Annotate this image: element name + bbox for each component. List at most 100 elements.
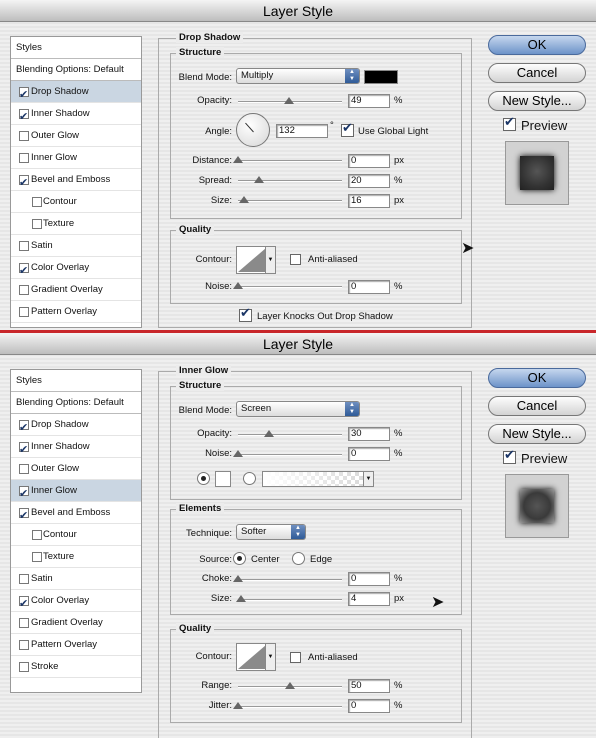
anti-aliased-checkbox[interactable] — [290, 652, 301, 663]
distance-slider[interactable] — [233, 156, 342, 163]
source-edge-radio[interactable] — [292, 552, 305, 565]
slider-thumb[interactable] — [233, 702, 243, 709]
style-list-item[interactable]: Pattern Overlay — [11, 301, 141, 323]
slider-thumb[interactable] — [283, 97, 294, 104]
cancel-button[interactable]: Cancel — [488, 396, 586, 416]
style-list-item[interactable]: Texture — [11, 213, 141, 235]
new-style-button[interactable]: New Style... — [488, 424, 586, 444]
size-slider[interactable] — [236, 595, 342, 602]
style-checkbox[interactable] — [19, 505, 29, 527]
style-checkbox[interactable] — [32, 197, 42, 207]
style-list-item[interactable]: Drop Shadow — [11, 414, 141, 439]
opacity-field[interactable]: 30 — [348, 427, 390, 441]
style-checkbox[interactable] — [19, 307, 29, 317]
size-slider[interactable] — [238, 196, 342, 203]
style-checkbox[interactable] — [19, 439, 29, 461]
style-checkbox[interactable] — [19, 574, 29, 584]
anti-aliased-checkbox[interactable] — [290, 254, 301, 265]
style-list-item[interactable]: Blending Options: Default — [11, 392, 141, 414]
preview-checkbox[interactable] — [503, 448, 516, 464]
slider-thumb[interactable] — [239, 196, 250, 203]
contour-picker[interactable]: ▼ — [236, 246, 276, 274]
contour-picker[interactable]: ▼ — [236, 643, 276, 671]
style-list-item[interactable]: Gradient Overlay — [11, 612, 141, 634]
spread-field[interactable]: 20 — [348, 174, 390, 188]
jitter-slider[interactable] — [233, 702, 342, 709]
style-checkbox[interactable] — [19, 260, 29, 282]
slider-thumb[interactable] — [233, 450, 243, 457]
style-list-item[interactable]: Inner Glow — [11, 480, 141, 505]
style-list-item[interactable]: Styles — [11, 370, 141, 392]
noise-slider[interactable] — [233, 282, 342, 289]
style-checkbox[interactable] — [32, 219, 42, 229]
slider-thumb[interactable] — [236, 595, 247, 602]
style-list-item[interactable]: Pattern Overlay — [11, 634, 141, 656]
opacity-slider[interactable] — [238, 97, 342, 104]
new-style-button[interactable]: New Style... — [488, 91, 586, 111]
ok-button[interactable]: OK — [488, 35, 586, 55]
slider-thumb[interactable] — [233, 575, 243, 582]
style-list-item[interactable]: Gradient Overlay — [11, 279, 141, 301]
style-list-item[interactable]: Outer Glow — [11, 125, 141, 147]
style-list-item[interactable]: Texture — [11, 546, 141, 568]
style-checkbox[interactable] — [19, 618, 29, 628]
slider-thumb[interactable] — [233, 282, 243, 289]
ok-button[interactable]: OK — [488, 368, 586, 388]
style-checkbox[interactable] — [19, 464, 29, 474]
angle-field[interactable]: 132 — [276, 124, 328, 138]
angle-dial[interactable] — [236, 113, 270, 147]
shadow-color-swatch[interactable] — [364, 70, 398, 84]
glow-gradient-picker[interactable]: ▼ — [262, 471, 374, 487]
choke-field[interactable]: 0 — [348, 572, 390, 586]
style-checkbox[interactable] — [19, 285, 29, 295]
style-checkbox[interactable] — [19, 131, 29, 141]
style-list-item[interactable]: Styles — [11, 37, 141, 59]
source-center-radio[interactable] — [233, 552, 246, 565]
slider-thumb[interactable] — [253, 176, 264, 183]
glow-color-swatch[interactable] — [215, 471, 231, 487]
style-checkbox[interactable] — [32, 530, 42, 540]
style-checkbox[interactable] — [19, 106, 29, 128]
style-checkbox[interactable] — [19, 172, 29, 194]
cancel-button[interactable]: Cancel — [488, 63, 586, 83]
use-global-light-checkbox[interactable] — [341, 121, 354, 137]
knockout-checkbox[interactable] — [239, 306, 252, 322]
distance-field[interactable]: 0 — [348, 154, 390, 168]
style-list-item[interactable]: Bevel and Emboss — [11, 169, 141, 194]
noise-field[interactable]: 0 — [348, 280, 390, 294]
style-checkbox[interactable] — [19, 84, 29, 106]
style-list-item[interactable]: Bevel and Emboss — [11, 502, 141, 527]
slider-thumb[interactable] — [233, 156, 243, 163]
slider-thumb[interactable] — [264, 430, 275, 437]
technique-select[interactable]: Softer ▲ ▼ — [236, 524, 306, 540]
blend-mode-select[interactable]: Screen ▲ ▼ — [236, 401, 360, 417]
style-list-item[interactable]: Color Overlay — [11, 257, 141, 282]
size-field[interactable]: 16 — [348, 194, 390, 208]
spread-slider[interactable] — [238, 176, 342, 183]
style-list-item[interactable]: Inner Glow — [11, 147, 141, 169]
solid-color-radio[interactable] — [197, 472, 210, 485]
style-checkbox[interactable] — [19, 593, 29, 615]
jitter-field[interactable]: 0 — [348, 699, 390, 713]
style-list-item[interactable]: Contour — [11, 191, 141, 213]
noise-field[interactable]: 0 — [348, 447, 390, 461]
style-list-item[interactable]: Inner Shadow — [11, 436, 141, 461]
opacity-slider[interactable] — [238, 430, 342, 437]
style-checkbox[interactable] — [19, 483, 29, 505]
style-list-item[interactable]: Satin — [11, 568, 141, 590]
range-field[interactable]: 50 — [348, 679, 390, 693]
style-list-item[interactable]: Stroke — [11, 656, 141, 678]
preview-checkbox[interactable] — [503, 115, 516, 131]
range-slider[interactable] — [238, 682, 342, 689]
choke-slider[interactable] — [233, 575, 342, 582]
style-list-item[interactable]: Blending Options: Default — [11, 59, 141, 81]
style-list-item[interactable]: Satin — [11, 235, 141, 257]
style-checkbox[interactable] — [19, 662, 29, 672]
style-list-item[interactable]: Drop Shadow — [11, 81, 141, 106]
style-list-item[interactable]: Contour — [11, 524, 141, 546]
style-checkbox[interactable] — [19, 417, 29, 439]
style-list-item[interactable]: Color Overlay — [11, 590, 141, 615]
size-field[interactable]: 4 — [348, 592, 390, 606]
slider-thumb[interactable] — [285, 682, 295, 689]
style-checkbox[interactable] — [19, 241, 29, 251]
